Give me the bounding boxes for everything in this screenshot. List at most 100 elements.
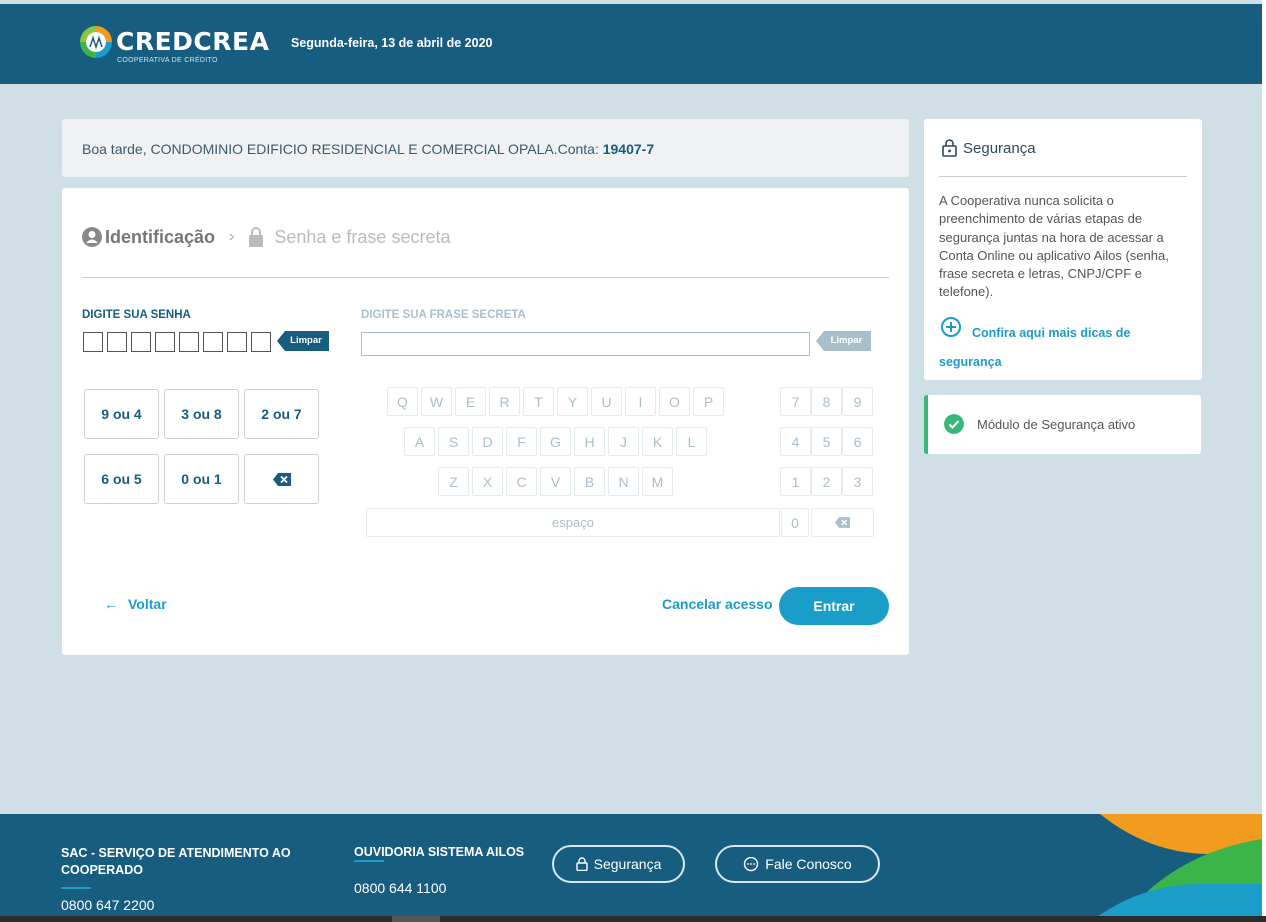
- brand-subtitle: COOPERATIVA DE CRÉDITO: [117, 57, 218, 64]
- chevron-right-icon: ›: [229, 228, 235, 245]
- key-1[interactable]: 1: [780, 467, 811, 496]
- contact-footer-label: Fale Conosco: [765, 856, 852, 872]
- ouvidoria-title: OUVIDORIA SISTEMA AILOS: [354, 845, 525, 859]
- key-z[interactable]: Z: [438, 467, 469, 496]
- key-2[interactable]: 2: [811, 467, 842, 496]
- security-title: Segurança: [942, 139, 1036, 157]
- key-a[interactable]: A: [404, 427, 435, 456]
- back-label: Voltar: [128, 596, 167, 612]
- backspace-icon: [272, 472, 291, 486]
- decorative-shapes: [1090, 814, 1262, 922]
- security-footer-label: Segurança: [593, 856, 662, 872]
- key-q[interactable]: Q: [387, 387, 418, 416]
- key-l[interactable]: L: [676, 427, 707, 456]
- credcrea-logo-icon: [80, 26, 112, 58]
- divider: [939, 176, 1187, 177]
- divider: [82, 277, 889, 278]
- key-d[interactable]: D: [472, 427, 503, 456]
- security-tips-link[interactable]: Confira aqui mais dicas de segurança: [939, 319, 1149, 377]
- password-box: [131, 332, 151, 352]
- pin-button-3-8[interactable]: 3 ou 8: [164, 389, 239, 439]
- divider: [354, 860, 384, 862]
- footer: SAC - SERVIÇO DE ATENDIMENTO AO COOPERAD…: [0, 814, 1262, 922]
- backspace-icon: [835, 517, 850, 528]
- key-t[interactable]: T: [523, 387, 554, 416]
- security-module-status: Módulo de Segurança ativo: [924, 395, 1201, 454]
- sac-phone: 0800 647 2200: [61, 897, 155, 913]
- key-u[interactable]: U: [591, 387, 622, 416]
- key-r[interactable]: R: [489, 387, 520, 416]
- key-f[interactable]: F: [506, 427, 537, 456]
- ouvidoria-phone: 0800 644 1100: [354, 880, 447, 896]
- security-notice: A Cooperativa nunca solicita o preenchim…: [939, 193, 1169, 300]
- account-number: 19407-7: [602, 141, 655, 157]
- key-7[interactable]: 7: [780, 387, 811, 416]
- key-x[interactable]: X: [472, 467, 503, 496]
- pin-button-6-5[interactable]: 6 ou 5: [84, 454, 159, 504]
- password-box: [83, 332, 103, 352]
- credcrea-logo[interactable]: CREDCREA COOPERATIVA DE CRÉDITO: [78, 24, 269, 70]
- key-e[interactable]: E: [455, 387, 486, 416]
- key-m[interactable]: M: [642, 467, 673, 496]
- greeting-bar: Boa tarde, CONDOMINIO EDIFICIO RESIDENCI…: [62, 119, 909, 177]
- key-h[interactable]: H: [574, 427, 605, 456]
- key-6[interactable]: 6: [842, 427, 873, 456]
- pin-backspace-button[interactable]: [244, 454, 319, 504]
- key-3[interactable]: 3: [842, 467, 873, 496]
- password-box: [155, 332, 175, 352]
- clear-phrase-button[interactable]: Limpar: [816, 331, 871, 351]
- key-space[interactable]: espaço: [366, 508, 780, 537]
- brand-name: CREDCREA: [116, 27, 270, 56]
- key-p[interactable]: P: [693, 387, 724, 416]
- security-title-text: Segurança: [963, 139, 1036, 157]
- key-5[interactable]: 5: [811, 427, 842, 456]
- pin-button-9-4[interactable]: 9 ou 4: [84, 389, 159, 439]
- password-box: [227, 332, 247, 352]
- pin-button-2-7[interactable]: 2 ou 7: [244, 389, 319, 439]
- key-w[interactable]: W: [421, 387, 452, 416]
- scroll-thumb[interactable]: [392, 916, 440, 922]
- key-9[interactable]: 9: [842, 387, 873, 416]
- key-c[interactable]: C: [506, 467, 537, 496]
- lock-icon: [575, 857, 588, 871]
- divider: [61, 887, 91, 889]
- phrase-label: DIGITE SUA FRASE SECRETA: [361, 309, 526, 321]
- key-v[interactable]: V: [540, 467, 571, 496]
- key-i[interactable]: I: [625, 387, 656, 416]
- cancel-access-link[interactable]: Cancelar acesso: [662, 596, 773, 612]
- secret-phrase-field[interactable]: [361, 332, 810, 356]
- key-j[interactable]: J: [608, 427, 639, 456]
- back-link[interactable]: ← Voltar: [104, 596, 167, 612]
- step-identificacao: Identificação: [105, 226, 216, 247]
- top-header: CREDCREA COOPERATIVA DE CRÉDITO Segunda-…: [0, 4, 1262, 84]
- enter-button[interactable]: Entrar: [779, 587, 889, 625]
- key-o[interactable]: O: [659, 387, 690, 416]
- key-0[interactable]: 0: [781, 508, 809, 537]
- greeting-message: Boa tarde, CONDOMINIO EDIFICIO RESIDENCI…: [82, 141, 603, 157]
- security-footer-button[interactable]: Segurança: [552, 845, 685, 883]
- key-g[interactable]: G: [540, 427, 571, 456]
- taskbar: [0, 916, 1266, 922]
- security-module-text: Módulo de Segurança ativo: [977, 417, 1136, 432]
- lock-icon: [249, 227, 264, 247]
- password-boxes: [83, 332, 271, 352]
- key-4[interactable]: 4: [780, 427, 811, 456]
- clear-password-button[interactable]: Limpar: [277, 331, 329, 351]
- pin-button-0-1[interactable]: 0 ou 1: [164, 454, 239, 504]
- key-k[interactable]: K: [642, 427, 673, 456]
- password-box: [179, 332, 199, 352]
- contact-footer-button[interactable]: Fale Conosco: [715, 845, 880, 883]
- check-circle-icon: [944, 414, 964, 434]
- login-card: Identificação › Senha e frase secreta DI…: [62, 188, 909, 655]
- key-y[interactable]: Y: [557, 387, 588, 416]
- key-b[interactable]: B: [574, 467, 605, 496]
- key-n[interactable]: N: [608, 467, 639, 496]
- password-box: [251, 332, 271, 352]
- window-edge: [1262, 0, 1266, 922]
- password-box: [107, 332, 127, 352]
- lock-icon: [942, 139, 957, 157]
- key-s[interactable]: S: [438, 427, 469, 456]
- keyboard-backspace-button[interactable]: [811, 508, 874, 537]
- password-box: [203, 332, 223, 352]
- key-8[interactable]: 8: [811, 387, 842, 416]
